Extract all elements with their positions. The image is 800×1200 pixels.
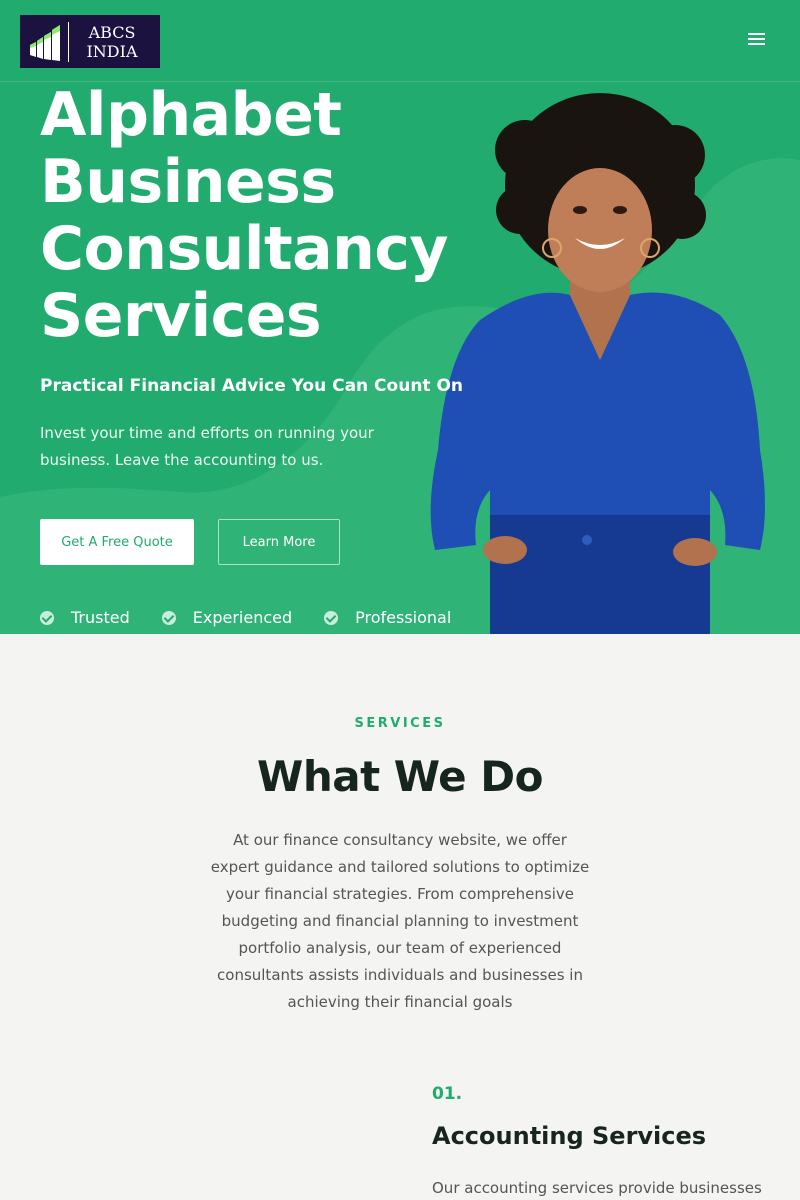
- service-title: Accounting Services: [432, 1122, 707, 1150]
- hero-description: Invest your time and efforts on running …: [40, 424, 374, 469]
- learn-more-button[interactable]: Learn More: [218, 519, 340, 565]
- check-circle-icon: [40, 610, 54, 625]
- hamburger-menu-icon[interactable]: [748, 30, 770, 52]
- service-description: Our accounting services provide business…: [432, 1179, 762, 1197]
- site-header: ABCS INDIA: [0, 0, 800, 82]
- site-logo[interactable]: ABCS INDIA: [20, 15, 160, 68]
- hero-title-line: Consultancy: [40, 214, 449, 284]
- feature-label: Professional: [355, 608, 452, 627]
- hero-title-line: Services: [40, 281, 322, 351]
- feature-item: Professional: [324, 608, 451, 627]
- check-circle-icon: [161, 610, 176, 625]
- service-number: 01.: [432, 1084, 463, 1104]
- hero-title-line: Alphabet: [40, 82, 342, 150]
- hero-feature-list: Trusted Experienced Professional: [40, 608, 451, 627]
- feature-label: Trusted: [71, 608, 130, 627]
- consultant-woman-photo: [430, 93, 765, 634]
- services-title: What We Do: [257, 752, 543, 801]
- hero-title-line: Business: [40, 147, 336, 217]
- logo-wordmark: ABCS INDIA: [75, 23, 149, 61]
- services-description: At our finance consultancy website, we o…: [210, 831, 590, 1011]
- feature-item: Trusted: [40, 608, 130, 627]
- logo-divider: [68, 21, 69, 62]
- hero-title: Alphabet Business Consultancy Services: [40, 82, 460, 350]
- feature-item: Experienced: [161, 608, 293, 627]
- services-eyebrow: SERVICES: [354, 716, 446, 731]
- hero-section: Alphabet Business Consultancy Services P…: [0, 82, 800, 634]
- bar-chart-logo-icon: [20, 15, 68, 68]
- hero-subtitle: Practical Financial Advice You Can Count…: [40, 376, 464, 396]
- logo-line-1: ABCS: [88, 22, 136, 42]
- feature-label: Experienced: [192, 608, 293, 627]
- get-free-quote-button[interactable]: Get A Free Quote: [40, 519, 194, 565]
- logo-line-2: INDIA: [86, 41, 138, 61]
- check-circle-icon: [324, 610, 339, 625]
